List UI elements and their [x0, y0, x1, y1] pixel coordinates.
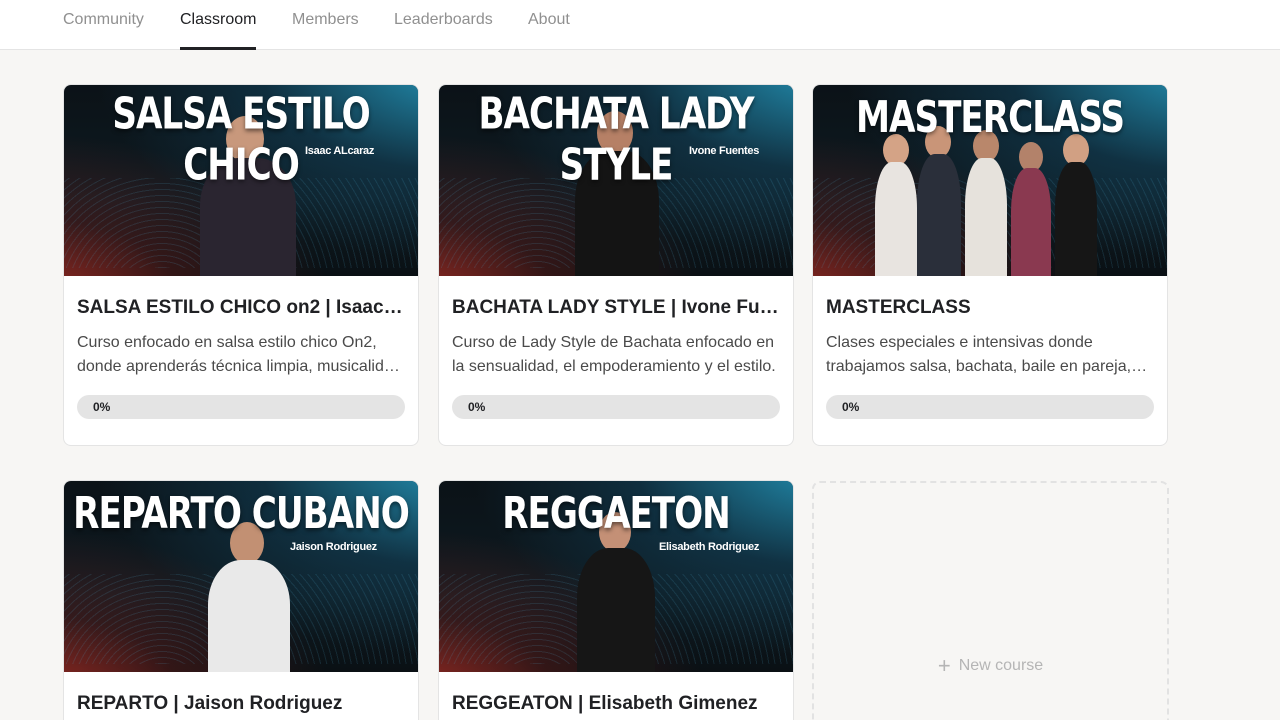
- course-title: MASTERCLASS: [826, 297, 971, 318]
- new-course-label: New course: [958, 657, 1044, 674]
- course-card-bachata[interactable]: BACHATA LADY STYLE Ivone Fuentes BACHATA…: [438, 84, 794, 446]
- tab-leaderboards[interactable]: Leaderboards: [394, 0, 493, 50]
- course-description: Curso de Lady Style de Bachata enfocado …: [452, 334, 776, 375]
- group-photo: [873, 126, 1113, 276]
- tab-community[interactable]: Community: [63, 0, 144, 50]
- course-thumbnail: MASTERCLASS: [813, 85, 1167, 276]
- course-card-salsa[interactable]: SALSA ESTILO CHICO Isaac ALcaraz SALSA E…: [63, 84, 419, 446]
- progress-percent: 0%: [468, 400, 486, 414]
- course-description: Curso enfocado en salsa estilo chico On2…: [77, 334, 402, 375]
- instructor-photo: [204, 522, 294, 672]
- course-title: REPARTO | Jaison Rodriguez: [77, 693, 343, 714]
- course-progress-bar: 0%: [452, 395, 780, 419]
- course-card-reparto[interactable]: REPARTO CUBANO Jaison Rodriguez REPARTO …: [63, 480, 419, 720]
- course-title: SALSA ESTILO CHICO on2 | Isaac Alcaraz: [77, 297, 405, 318]
- course-title: BACHATA LADY STYLE | Ivone Fuentes: [452, 297, 780, 318]
- course-thumbnail: REPARTO CUBANO Jaison Rodriguez: [64, 481, 418, 672]
- course-thumbnail: REGGAETON Elisabeth Rodriguez: [439, 481, 793, 672]
- thumbnail-instructor: Isaac ALcaraz: [305, 145, 375, 157]
- thumbnail-title: REGGAETON: [502, 487, 731, 539]
- progress-percent: 0%: [93, 400, 111, 414]
- plus-icon: +: [937, 653, 951, 678]
- course-description: Clases especiales e intensivas donde tra…: [826, 334, 1132, 375]
- new-course-button[interactable]: + New course: [812, 481, 1169, 720]
- tab-members[interactable]: Members: [292, 0, 359, 50]
- course-card-reggaeton[interactable]: REGGAETON Elisabeth Rodriguez REGGEATON …: [438, 480, 794, 720]
- tab-about[interactable]: About: [528, 0, 570, 50]
- thumbnail-instructor: Elisabeth Rodriguez: [659, 541, 760, 553]
- thumbnail-title: MASTERCLASS: [856, 91, 1125, 143]
- course-progress-bar: 0%: [826, 395, 1154, 419]
- course-card-masterclass[interactable]: MASTERCLASS MASTERCLASS Clases especiale…: [812, 84, 1168, 446]
- thumbnail-title: SALSA ESTILO CHICO: [112, 88, 370, 190]
- thumbnail-instructor: Jaison Rodriguez: [290, 541, 377, 553]
- thumbnail-title: REPARTO CUBANO: [73, 487, 410, 539]
- top-navigation: Community Classroom Members Leaderboards…: [0, 0, 1280, 50]
- progress-percent: 0%: [842, 400, 860, 414]
- course-thumbnail: BACHATA LADY STYLE Ivone Fuentes: [439, 85, 793, 276]
- thumbnail-title: BACHATA LADY STYLE: [478, 88, 754, 190]
- thumbnail-instructor: Ivone Fuentes: [689, 145, 760, 157]
- course-title: REGGEATON | Elisabeth Gimenez: [452, 693, 758, 714]
- tab-classroom[interactable]: Classroom: [180, 0, 257, 50]
- course-thumbnail: SALSA ESTILO CHICO Isaac ALcaraz: [64, 85, 418, 276]
- course-progress-bar: 0%: [77, 395, 405, 419]
